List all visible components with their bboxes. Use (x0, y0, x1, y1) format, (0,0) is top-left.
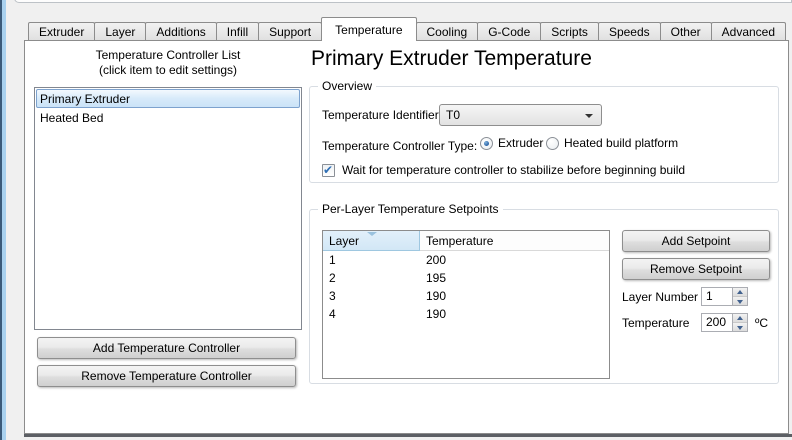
cell-layer: 3 (329, 289, 336, 303)
tab-additions[interactable]: Additions (145, 22, 217, 40)
controller-list-title: Temperature Controller List (95, 48, 241, 62)
add-temperature-controller-button[interactable]: Add Temperature Controller (37, 337, 296, 359)
stepper-up-icon[interactable] (733, 288, 747, 297)
cell-temperature: 200 (426, 253, 447, 267)
stepper-up-icon[interactable] (733, 314, 747, 323)
checkbox-checked-icon (322, 163, 335, 177)
page-title: Primary Extruder Temperature (311, 47, 592, 70)
radio-heated-platform-label: Heated build platform (564, 136, 679, 150)
column-header-layer[interactable]: Layer (323, 231, 420, 251)
tab-scripts[interactable]: Scripts (540, 22, 599, 40)
cell-layer: 2 (329, 271, 336, 285)
layer-column-label: Layer (329, 233, 360, 248)
controller-list-subtitle: (click item to edit settings) (98, 63, 238, 77)
radio-checked-icon (480, 136, 493, 150)
window-bottom-edge (24, 434, 792, 437)
layer-number-value[interactable]: 1 (702, 288, 732, 305)
tab-gcode[interactable]: G-Code (477, 22, 542, 40)
radio-extruder-label: Extruder (498, 136, 544, 150)
tab-layer[interactable]: Layer (94, 22, 147, 40)
temperature-tab-panel: Temperature Controller List (click item … (24, 40, 789, 434)
tab-infill[interactable]: Infill (215, 22, 260, 40)
cell-layer: 1 (329, 253, 336, 267)
column-header-temperature[interactable]: Temperature (420, 231, 609, 251)
tab-advanced[interactable]: Advanced (710, 22, 787, 40)
cell-temperature: 190 (426, 307, 447, 321)
setpoints-table-header: Layer Temperature (323, 231, 609, 251)
stepper-buttons (732, 314, 747, 331)
stepper-down-icon[interactable] (733, 323, 747, 331)
settings-tab-bar: Extruder Layer Additions Infill Support … (28, 17, 787, 41)
cell-layer: 4 (329, 307, 336, 321)
radio-option-heated-build-platform[interactable]: Heated build platform (546, 136, 678, 150)
wait-stabilize-checkbox-row[interactable]: Wait for temperature controller to stabi… (322, 163, 685, 177)
setpoints-legend: Per-Layer Temperature Setpoints (318, 202, 503, 216)
stepper-down-icon[interactable] (733, 297, 747, 305)
list-item-primary-extruder[interactable]: Primary Extruder (36, 89, 300, 108)
temperature-identifier-dropdown[interactable]: T0 (439, 104, 602, 126)
cell-temperature: 195 (426, 271, 447, 285)
overview-legend: Overview (318, 79, 377, 93)
table-row[interactable]: 4 190 (323, 305, 609, 323)
top-cutoff-panel (14, 0, 792, 3)
layer-number-label: Layer Number (622, 290, 699, 304)
table-row[interactable]: 1 200 (323, 251, 609, 269)
add-setpoint-button[interactable]: Add Setpoint (622, 230, 770, 252)
overview-groupbox: Overview Temperature Identifier T0 Tempe… (309, 79, 779, 183)
radio-option-extruder[interactable]: Extruder (480, 136, 543, 150)
tab-support[interactable]: Support (258, 22, 323, 40)
chevron-down-icon (585, 114, 593, 118)
sort-indicator-icon (367, 232, 377, 236)
temperature-identifier-value: T0 (446, 108, 461, 122)
remove-setpoint-button[interactable]: Remove Setpoint (622, 258, 770, 280)
tab-speeds[interactable]: Speeds (597, 22, 661, 40)
list-item-heated-bed[interactable]: Heated Bed (36, 108, 300, 127)
temperature-stepper[interactable]: 200 (701, 313, 748, 332)
cell-temperature: 190 (426, 289, 447, 303)
stepper-buttons (732, 288, 747, 305)
temperature-unit-label: ºC (755, 316, 769, 330)
tab-temperature[interactable]: Temperature (321, 17, 417, 41)
controller-type-label: Temperature Controller Type: (322, 139, 478, 153)
table-row[interactable]: 2 195 (323, 269, 609, 287)
tab-cooling[interactable]: Cooling (415, 22, 479, 40)
wait-stabilize-label: Wait for temperature controller to stabi… (342, 163, 686, 177)
table-row[interactable]: 3 190 (323, 287, 609, 305)
temperature-value[interactable]: 200 (702, 314, 732, 331)
tab-extruder[interactable]: Extruder (28, 22, 96, 40)
tab-other[interactable]: Other (659, 22, 712, 40)
temperature-column-label: Temperature (426, 233, 494, 248)
window-edge-blue (2, 0, 6, 440)
remove-temperature-controller-button[interactable]: Remove Temperature Controller (37, 365, 296, 387)
radio-unchecked-icon (546, 136, 559, 150)
process-settings-window: Extruder Layer Additions Infill Support … (0, 0, 792, 440)
temperature-value-label: Temperature (622, 316, 690, 330)
temperature-controller-list: Primary Extruder Heated Bed (34, 87, 302, 330)
layer-number-stepper[interactable]: 1 (701, 287, 748, 306)
setpoints-groupbox: Per-Layer Temperature Setpoints Layer Te… (309, 202, 779, 384)
temperature-identifier-label: Temperature Identifier (322, 108, 439, 122)
setpoints-table: Layer Temperature 1 200 2 195 3 190 4 19… (322, 230, 610, 379)
